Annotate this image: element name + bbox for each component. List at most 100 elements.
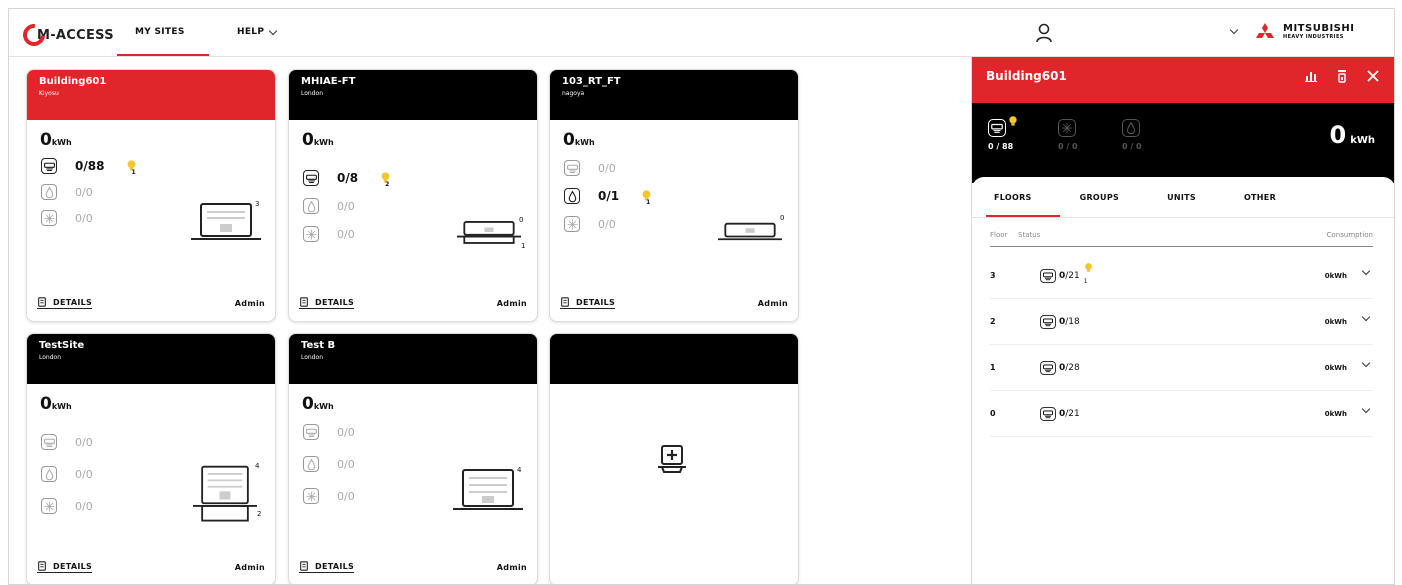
floor-number: 1 [990,363,996,372]
fan-icon [41,498,57,514]
floor-row-2[interactable]: 2 0/18 0kWh [990,299,1373,345]
water-units-row: 0/0 [41,184,93,200]
details-link[interactable]: DETAILS [299,297,355,309]
site-location: nagoya [562,90,585,97]
site-location: London [301,354,323,361]
floor-status-total: /18 [1065,316,1080,327]
details-label: DETAILS [53,561,93,571]
energy-unit: kWh [51,138,72,147]
site-energy: 0kWh [40,130,72,150]
details-label: DETAILS [53,297,93,307]
details-label: DETAILS [315,561,355,571]
document-icon [560,297,570,307]
column-floor: Floor [990,231,1008,239]
site-card-footer: DETAILS Admin [27,549,275,584]
chevron-down-icon[interactable] [1229,25,1239,35]
floor-status-total: /21 [1065,270,1080,281]
fan-icon [1058,119,1076,137]
chevron-down-icon [268,26,278,35]
details-link[interactable]: DETAILS [299,561,355,573]
panel-title: Building601 [986,69,1067,83]
tab-units[interactable]: UNITS [1167,193,1196,202]
add-site-card[interactable] [549,333,799,584]
ventilation-units-row: 0/0 [303,488,355,504]
water-units-row: 0/1 1 [564,188,656,206]
ac-unit-icon [1040,314,1056,329]
chevron-down-icon[interactable] [1361,312,1371,322]
energy-value: 0 [40,394,52,414]
user-icon[interactable] [1035,23,1053,43]
add-site-icon[interactable] [658,444,686,474]
app-logo[interactable]: M-ACCESS [18,19,114,51]
floor-consumption: 0kWh [1324,271,1347,280]
floor-consumption: 0kWh [1324,317,1347,326]
water-drop-icon [1122,119,1140,137]
close-icon[interactable] [1367,70,1379,82]
site-card-footer: DETAILS Admin [289,285,537,321]
column-status: Status [1018,231,1041,239]
site-card-mhiae-ft[interactable]: MHIAE-FT London 0kWh 0/8 2 0/0 0/0 0 1 D… [288,69,538,322]
nav-help[interactable]: HELP [237,26,278,37]
ac-units-row: 0/8 2 [303,170,395,188]
bar-chart-icon[interactable] [1305,70,1317,82]
document-icon [37,561,47,571]
column-consumption: Consumption [1326,231,1373,239]
panel-water-count: 0 / 0 [1122,142,1142,151]
floor-row-1[interactable]: 1 0/28 0kWh [990,345,1373,391]
chevron-down-icon[interactable] [1361,266,1371,276]
controller-count: 0 [780,214,785,222]
site-card-test-b[interactable]: Test B London 0kWh 0/0 0/0 0/0 4 DETAILS… [288,333,538,584]
panel-header: Building601 [972,57,1394,103]
panel-energy: 0 kWh [1329,121,1375,149]
ventilation-units-count: 0/0 [75,211,93,225]
ac-unit-icon [1040,406,1056,421]
details-link[interactable]: DETAILS [37,561,93,573]
tab-floors[interactable]: FLOORS [994,193,1032,202]
tab-other[interactable]: OTHER [1244,193,1276,202]
remote-control-icon[interactable] [1337,69,1347,83]
floor-row-0[interactable]: 0 0/21 0kWh [990,391,1373,437]
panel-tabs: FLOORS GROUPS UNITS OTHER [972,177,1394,217]
controller-icon [193,465,257,522]
site-card-building601[interactable]: Building601 Kiyosu 0kWh 0/88 1 0/0 0/0 3… [26,69,276,322]
site-card-testsite[interactable]: TestSite London 0kWh 0/0 0/0 0/0 4 2 DET… [26,333,276,584]
details-link[interactable]: DETAILS [37,297,93,309]
ventilation-units-row: 0/0 [41,210,93,226]
site-energy: 0kWh [40,394,72,414]
user-role: Admin [496,298,527,308]
floor-alert: 1 [1084,262,1093,285]
top-navigation: M-ACCESS MY SITES HELP MITSUBISHI HEAVY … [9,9,1394,57]
nav-my-sites[interactable]: MY SITES [135,27,185,37]
floor-status: 0/28 [1059,363,1080,373]
floor-row-3[interactable]: 3 0/21 1 0kWh [990,253,1373,299]
chevron-down-icon[interactable] [1361,358,1371,368]
fan-icon [303,488,319,504]
logo-mark-icon [18,19,50,51]
ac-unit-icon [1040,268,1056,283]
site-card-103-rt-ft[interactable]: 103_RT_FT nagoya 0kWh 0/0 0/1 1 0/0 0 DE… [549,69,799,322]
energy-unit: kWh [313,402,334,411]
nav-active-indicator [117,54,209,56]
details-link[interactable]: DETAILS [560,297,616,309]
user-role: Admin [496,562,527,572]
tab-groups[interactable]: GROUPS [1080,193,1119,202]
site-energy: 0kWh [302,130,334,150]
ac-units-count: 0/0 [337,425,355,439]
energy-unit: kWh [574,138,595,147]
energy-value: 0 [302,130,314,150]
site-location: Kiyosu [39,90,59,97]
chevron-down-icon[interactable] [1361,404,1371,414]
ac-units-count: 0/0 [598,161,616,175]
ac-units-row: 0/88 1 [41,158,142,176]
site-card-header: Test B London [289,334,537,384]
water-units-row: 0/0 [41,466,93,482]
brand-subname: HEAVY INDUSTRIES [1283,34,1344,40]
details-label: DETAILS [315,297,355,307]
water-drop-icon [564,188,580,204]
floor-status: 0/21 [1059,409,1080,419]
energy-value: 0 [302,394,314,414]
panel-tab-area: FLOORS GROUPS UNITS OTHER Floor Status C… [972,177,1394,584]
controller-count: 3 [255,200,260,208]
floors-table-header: Floor Status Consumption [990,231,1373,247]
ac-units-row: 0/0 [41,434,93,450]
